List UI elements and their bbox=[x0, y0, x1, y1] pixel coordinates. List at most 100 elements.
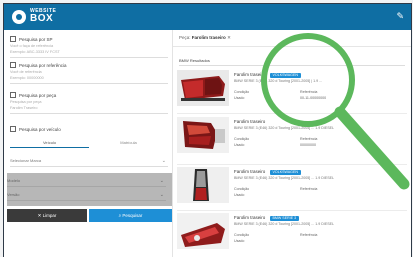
results-panel: Peça: Farolim traseiro ✕ BMW Resultados … bbox=[173, 30, 411, 257]
reference-value: 00000000 bbox=[300, 143, 316, 147]
sp-hint: Exemplo: ABC-3333 IV FCST bbox=[10, 50, 60, 54]
settings-icon[interactable]: ✎ bbox=[396, 11, 404, 22]
section1-label: Pesquisa por SP bbox=[19, 36, 53, 42]
card-title: Farolim traseiro VOLKSWAGEN bbox=[234, 169, 301, 175]
plate-icon bbox=[10, 36, 16, 42]
result-card[interactable]: Farolim traseiro VOLKSWAGEN BMW SERIE 3 … bbox=[177, 70, 407, 114]
search-by-vehicle: Pesquisa por veículo bbox=[10, 126, 168, 132]
search-by-reference: Pesquisa por referência Você de referênc… bbox=[10, 62, 168, 84]
card-title-text: Farolim traseiro bbox=[234, 119, 266, 124]
section3-label: Pesquisa por peça bbox=[19, 92, 57, 98]
search-by-sp-label: Pesquisa por SP bbox=[10, 36, 168, 42]
reference-label: Referência bbox=[300, 233, 318, 237]
version-select[interactable]: Versão ⌄ bbox=[7, 190, 166, 201]
vehicle-tabs: Veículo Matrícula bbox=[10, 138, 168, 148]
part-icon bbox=[10, 92, 16, 98]
divider bbox=[177, 164, 407, 165]
tail-light-image bbox=[177, 70, 229, 106]
divider bbox=[173, 46, 411, 47]
clear-button[interactable]: ✕ Limpar bbox=[7, 209, 87, 222]
card-title-text: Farolim traseiro bbox=[234, 169, 266, 174]
reference-icon bbox=[10, 62, 16, 68]
results-heading: BMW Resultados bbox=[179, 58, 210, 63]
brand-tag: VOLKSWAGEN bbox=[269, 73, 301, 78]
divider bbox=[10, 113, 168, 114]
close-icon[interactable]: ✕ bbox=[227, 35, 231, 40]
brand-bottom-text: BOX bbox=[30, 13, 54, 24]
part-input-label: Pesquisa por peça bbox=[10, 100, 42, 104]
reference-label: Referência bbox=[300, 137, 318, 141]
brand-select[interactable]: Selecionar Marca ⌄ bbox=[10, 156, 168, 167]
reference-value: 00-11-00000000 bbox=[300, 96, 327, 100]
card-code: BMW SERIE 3 (E46) 320 d Touring [2001-20… bbox=[234, 176, 335, 180]
search-button[interactable]: ⌕ Pesquisar bbox=[89, 209, 172, 222]
model-select-value: Modelo bbox=[7, 178, 21, 183]
search-by-part-label: Pesquisa por peça bbox=[10, 92, 168, 98]
reference-label: Referência bbox=[300, 90, 318, 94]
search-by-vehicle-label: Pesquisa por veículo bbox=[10, 126, 168, 132]
tail-light-image bbox=[177, 167, 229, 203]
card-code: BMW SERIE 3 (E46) 320 d Touring [2001-20… bbox=[234, 222, 335, 226]
card-code: BMW SERIE 3 (E46) 320 d Touring [2001-20… bbox=[234, 79, 323, 83]
reference-label: Referência bbox=[300, 187, 318, 191]
part-thumbnail[interactable] bbox=[177, 70, 229, 106]
card-title: Farolim traseiro BMW SERIE 3 bbox=[234, 215, 300, 221]
result-card[interactable]: Farolim traseiro BMW SERIE 3 BMW SERIE 3… bbox=[177, 213, 407, 257]
car-icon bbox=[10, 126, 16, 132]
tail-light-image bbox=[177, 117, 229, 153]
condition-label: Condição bbox=[234, 187, 250, 191]
brand-select-value: Selecionar Marca bbox=[10, 158, 42, 163]
condition-value: Usado bbox=[234, 96, 245, 100]
search-by-part: Pesquisa por peça Pesquisa por peça Faro… bbox=[10, 92, 168, 114]
part-thumbnail[interactable] bbox=[177, 167, 229, 203]
condition-label: Condição bbox=[234, 233, 250, 237]
condition-label: Condição bbox=[234, 90, 250, 94]
part-thumbnail[interactable] bbox=[177, 213, 229, 249]
brand-logo[interactable]: WEBSITE BOX bbox=[30, 8, 56, 24]
sp-input[interactable]: Você o faça de referência bbox=[10, 44, 168, 48]
divider bbox=[179, 65, 405, 66]
reference-input[interactable]: Você de referência bbox=[10, 70, 168, 74]
top-bar: WEBSITE BOX ✎ bbox=[4, 4, 411, 30]
search-by-sp: Pesquisa por SP Você o faça de referênci… bbox=[10, 36, 168, 58]
search-by-reference-label: Pesquisa por referência bbox=[10, 62, 168, 68]
breadcrumb-prefix: Peça: bbox=[179, 35, 191, 40]
tab-vehicle[interactable]: Veículo bbox=[10, 138, 89, 148]
logo-mark-icon bbox=[12, 10, 26, 24]
tail-light-image bbox=[177, 213, 229, 249]
section2-label: Pesquisa por referência bbox=[19, 62, 67, 68]
divider bbox=[10, 83, 168, 84]
result-card[interactable]: Farolim traseiro BMW SERIE 3 (E46) 320 d… bbox=[177, 117, 407, 165]
divider bbox=[177, 113, 407, 114]
condition-value: Usado bbox=[234, 193, 245, 197]
reference-hint: Exemplo: 00000000 bbox=[10, 76, 44, 80]
card-title: Farolim traseiro VOLKSWAGEN bbox=[234, 72, 301, 78]
divider bbox=[177, 210, 407, 211]
chevron-down-icon: ⌄ bbox=[159, 192, 164, 198]
brand-tag: BMW SERIE 3 bbox=[269, 216, 300, 221]
search-sidebar: Pesquisa por SP Você o faça de referênci… bbox=[4, 30, 173, 257]
section4-label: Pesquisa por veículo bbox=[19, 126, 61, 132]
card-code: BMW SERIE 3 (E46) 320 d Touring [2001-20… bbox=[234, 126, 335, 130]
card-title: Farolim traseiro bbox=[234, 119, 265, 124]
breadcrumb-value[interactable]: Farolim traseiro bbox=[192, 35, 226, 40]
condition-value: Usado bbox=[234, 239, 245, 243]
card-title-text: Farolim traseiro bbox=[234, 215, 266, 220]
brand-tag: VOLKSWAGEN bbox=[269, 170, 301, 175]
result-card[interactable]: Farolim traseiro VOLKSWAGEN BMW SERIE 3 … bbox=[177, 167, 407, 211]
model-select[interactable]: Modelo ⌄ bbox=[7, 176, 166, 187]
search-button-label: Pesquisar bbox=[122, 213, 143, 218]
chevron-down-icon: ⌄ bbox=[161, 158, 166, 164]
version-select-value: Versão bbox=[7, 192, 20, 197]
tab-plate[interactable]: Matrícula bbox=[89, 138, 168, 148]
clear-button-label: Limpar bbox=[42, 213, 57, 218]
breadcrumb: Peça: Farolim traseiro ✕ bbox=[179, 35, 231, 41]
part-thumbnail[interactable] bbox=[177, 117, 229, 153]
chevron-down-icon: ⌄ bbox=[159, 178, 164, 184]
app-window: WEBSITE BOX ✎ Pesquisa por SP Você o faç… bbox=[3, 3, 412, 257]
card-title-text: Farolim traseiro bbox=[234, 72, 266, 77]
condition-label: Condição bbox=[234, 137, 250, 141]
divider bbox=[10, 57, 168, 58]
part-input[interactable]: Farolim Traseiro bbox=[10, 106, 168, 110]
condition-value: Usado bbox=[234, 143, 245, 147]
